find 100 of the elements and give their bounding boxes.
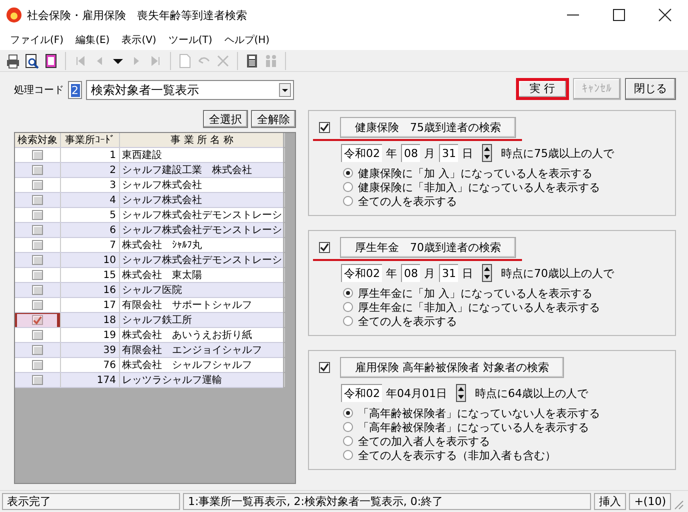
date-field[interactable]: 08 bbox=[401, 264, 420, 282]
date-field[interactable]: 31 bbox=[439, 144, 458, 162]
calculator-icon[interactable] bbox=[244, 52, 260, 68]
table-cell: 19 bbox=[61, 328, 120, 342]
spinner-icon[interactable] bbox=[482, 264, 492, 282]
checkbox[interactable] bbox=[32, 270, 43, 280]
radio-button[interactable] bbox=[343, 316, 353, 326]
checkbox[interactable] bbox=[32, 210, 43, 220]
checkbox[interactable] bbox=[32, 150, 43, 160]
condition-text: 時点に75歳以上の人で bbox=[500, 146, 616, 160]
document-icon[interactable] bbox=[43, 52, 59, 68]
table-cell: 3 bbox=[61, 178, 120, 192]
option-label[interactable]: 全ての人を表示する（非加入者も含む） bbox=[358, 448, 556, 462]
checkbox[interactable] bbox=[32, 225, 43, 235]
table-cell: 株式会社 あいうえお折り紙 bbox=[120, 328, 285, 342]
option-label[interactable]: 厚生年金に「非加入」になっている人を表示する bbox=[358, 300, 600, 314]
radio-button[interactable] bbox=[343, 422, 353, 432]
panel-title-button[interactable]: 健康保険 75歳到達者の検索 bbox=[340, 117, 516, 138]
spinner-icon[interactable] bbox=[482, 144, 492, 162]
menu-item[interactable]: ツール(T) bbox=[162, 33, 218, 47]
radio-button[interactable] bbox=[343, 182, 353, 192]
option-label[interactable]: 「高年齢被保険者」になっていない人を表示する bbox=[358, 406, 600, 420]
date-label: 月 bbox=[423, 266, 436, 280]
resize-grip-icon[interactable] bbox=[674, 500, 684, 510]
menu-item[interactable]: ヘルプ(H) bbox=[218, 33, 276, 47]
checkbox[interactable] bbox=[32, 360, 43, 370]
table-cell: 17 bbox=[61, 298, 120, 312]
status-message: 表示完了 bbox=[2, 493, 180, 510]
code-field[interactable]: 2 bbox=[68, 81, 82, 99]
checkbox[interactable] bbox=[32, 345, 43, 355]
select-button[interactable]: 全解除 bbox=[251, 110, 296, 128]
option-label[interactable]: 全ての人を表示する bbox=[358, 194, 457, 208]
option-label[interactable]: 「高年齢被保険者」になっている人を表示する bbox=[358, 420, 589, 434]
checkbox[interactable] bbox=[32, 195, 43, 205]
date-label: 日 bbox=[461, 146, 474, 160]
checkbox[interactable] bbox=[319, 242, 330, 253]
date-field[interactable]: 令和02 bbox=[341, 384, 382, 402]
date-field[interactable]: 31 bbox=[439, 264, 458, 282]
radio-button[interactable] bbox=[343, 436, 353, 446]
table-cell: 東西建設 bbox=[120, 148, 285, 162]
checkbox[interactable] bbox=[32, 255, 43, 265]
menu-item[interactable]: ファイル(F) bbox=[4, 33, 70, 47]
table-cell: シャルフ鉄工所 bbox=[120, 313, 285, 327]
date-field[interactable]: 08 bbox=[401, 144, 420, 162]
radio-button[interactable] bbox=[343, 302, 353, 312]
checkbox[interactable] bbox=[32, 330, 43, 340]
table-cell: 2 bbox=[61, 163, 120, 177]
close-icon[interactable] bbox=[658, 8, 672, 22]
action-button[interactable]: 実 行 bbox=[516, 78, 569, 100]
table-cell: 174 bbox=[61, 373, 120, 387]
option-label[interactable]: 全ての人を表示する bbox=[358, 314, 457, 328]
column-header: 事業所ｺｰﾄﾞ bbox=[61, 133, 120, 147]
new-page-icon[interactable] bbox=[177, 52, 193, 68]
checkbox[interactable] bbox=[32, 375, 43, 385]
date-field[interactable]: 令和02 bbox=[341, 264, 382, 282]
radio-button[interactable] bbox=[343, 196, 353, 206]
table-cell: 株式会社 シャルフシャルフ bbox=[120, 358, 285, 372]
printer-icon[interactable] bbox=[5, 52, 21, 68]
condition-text: 時点に64歳以上の人で bbox=[474, 386, 590, 400]
option-label[interactable]: 健康保険に「加 入」になっている人を表示する bbox=[358, 166, 592, 180]
option-label[interactable]: 厚生年金に「加 入」になっている人を表示する bbox=[358, 286, 592, 300]
panel-title-button[interactable]: 雇用保険 高年齢被保険者 対象者の検索 bbox=[340, 357, 564, 378]
checkbox[interactable] bbox=[32, 180, 43, 190]
table-cell: 15 bbox=[61, 268, 120, 282]
date-label: 月 bbox=[423, 146, 436, 160]
process-dropdown[interactable]: 検索対象者一覧表示 bbox=[86, 80, 294, 100]
table-cell: 10 bbox=[61, 253, 120, 267]
select-button[interactable]: 全選択 bbox=[203, 110, 248, 128]
preview-icon[interactable] bbox=[24, 52, 40, 68]
checkbox[interactable] bbox=[32, 315, 43, 325]
checkbox[interactable] bbox=[32, 285, 43, 295]
checkbox[interactable] bbox=[32, 165, 43, 175]
maximize-icon[interactable] bbox=[612, 8, 626, 22]
table-cell: シャルフ株式会社デモンストレーシ bbox=[120, 208, 285, 222]
window-title: 社会保険・雇用保険 喪失年齢等到達者検索 bbox=[27, 8, 248, 22]
status-hint: 1:事業所一覧再表示, 2:検索対象者一覧表示, 0:終了 bbox=[183, 493, 592, 510]
condition-text: 時点に70歳以上の人で bbox=[500, 266, 616, 280]
menu-item[interactable]: 編集(E) bbox=[70, 33, 116, 47]
checkbox[interactable] bbox=[319, 362, 330, 373]
menu-item[interactable]: 表示(V) bbox=[116, 33, 162, 47]
panel-title-button[interactable]: 厚生年金 70歳到達者の検索 bbox=[340, 237, 516, 258]
option-label[interactable]: 全ての加入者人を表示する bbox=[358, 434, 490, 448]
table-cell: 有限会社 サポートシャルフ bbox=[120, 298, 285, 312]
radio-button[interactable] bbox=[343, 450, 353, 460]
date-label: 日 bbox=[461, 266, 474, 280]
radio-button[interactable] bbox=[343, 168, 353, 178]
table-cell: 39 bbox=[61, 343, 120, 357]
option-label[interactable]: 健康保険に「非加入」になっている人を表示する bbox=[358, 180, 600, 194]
checkbox[interactable] bbox=[32, 240, 43, 250]
date-field[interactable]: 令和02 bbox=[341, 144, 382, 162]
table-cell: 1 bbox=[61, 148, 120, 162]
radio-button[interactable] bbox=[343, 288, 353, 298]
delete-icon[interactable] bbox=[215, 52, 231, 68]
table-cell: 有限会社 エンジョイシャルフ bbox=[120, 343, 285, 357]
spinner-icon[interactable] bbox=[456, 384, 466, 402]
radio-button[interactable] bbox=[343, 408, 353, 418]
checkbox[interactable] bbox=[319, 122, 330, 133]
checkbox[interactable] bbox=[32, 300, 43, 310]
table-cell: 18 bbox=[61, 313, 120, 327]
action-button[interactable]: 閉じる bbox=[625, 78, 676, 100]
